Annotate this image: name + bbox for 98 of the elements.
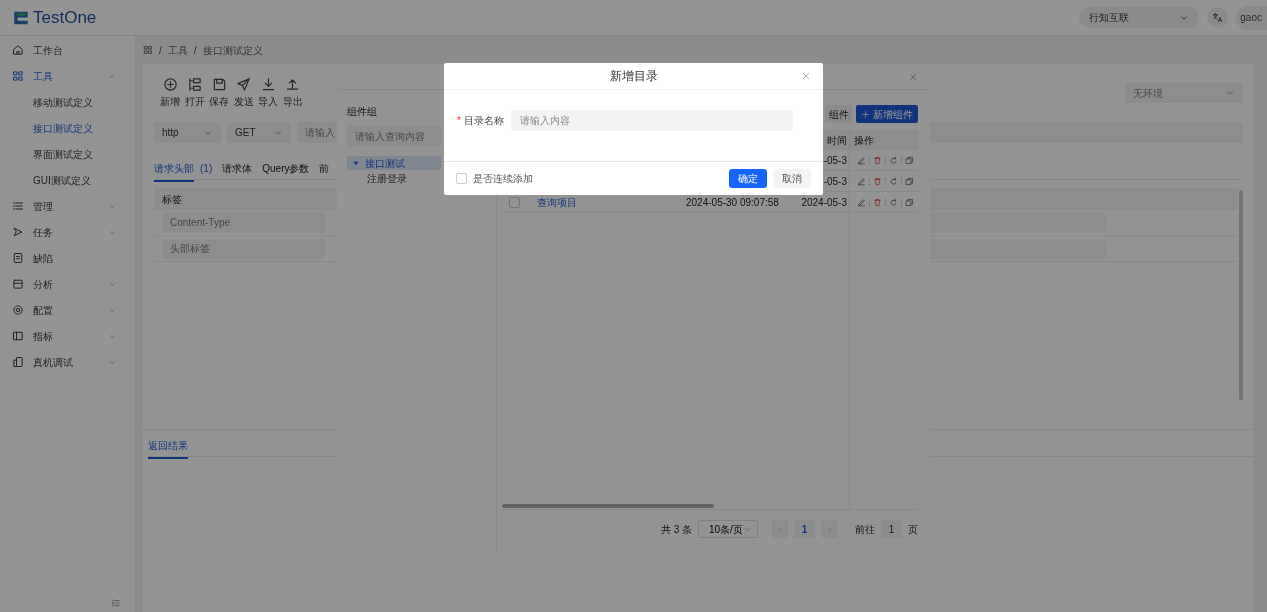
device-icon xyxy=(12,356,24,368)
sidebar-subitem[interactable]: 移动测试定义 xyxy=(0,89,135,115)
protocol-select[interactable]: http xyxy=(154,122,221,143)
toolbar-button[interactable]: 新增 xyxy=(158,77,183,109)
total-count: 共 3 条 xyxy=(660,522,692,537)
table-cell: -05-3 xyxy=(823,175,847,187)
sidebar-subitem[interactable]: 接口测试定义 xyxy=(0,115,135,141)
breadcrumb-link[interactable]: 接口测试定义 xyxy=(202,42,263,58)
app-logo: TestOne xyxy=(33,6,97,29)
panel-icon xyxy=(12,330,24,342)
sidebar-item[interactable]: 分析 xyxy=(0,271,135,297)
tab[interactable]: 前 xyxy=(319,157,330,180)
tree-node[interactable]: 注册登录 xyxy=(347,170,413,186)
chevron-down-icon xyxy=(1225,88,1235,98)
trash-icon xyxy=(873,197,882,207)
pencil-icon xyxy=(857,155,866,165)
home-icon xyxy=(12,44,24,56)
language-button[interactable] xyxy=(1207,7,1229,28)
sidebar-item[interactable]: 工具 xyxy=(0,63,135,89)
close-icon xyxy=(801,71,811,81)
tab[interactable]: Query参数 xyxy=(262,157,310,180)
scrollbar[interactable] xyxy=(502,504,714,508)
tab[interactable]: 请求体 xyxy=(222,157,253,180)
translate-icon xyxy=(1212,12,1224,23)
toolbar-button[interactable]: 打开 xyxy=(182,77,207,109)
breadcrumb-separator: / xyxy=(159,43,162,58)
breadcrumb-link[interactable]: 工具 xyxy=(167,42,188,58)
sidebar-item[interactable]: 工作台 xyxy=(0,37,135,63)
pencil-icon xyxy=(857,176,866,186)
toolbar-button[interactable]: 保存 xyxy=(207,77,232,109)
send-icon xyxy=(236,77,252,92)
sidebar-item[interactable]: 缺陷 xyxy=(0,245,135,271)
sidebar-subitem[interactable]: 界面测试定义 xyxy=(0,141,135,167)
add-icon xyxy=(162,77,178,92)
column-header: 操作 xyxy=(854,133,874,148)
breadcrumb-home[interactable] xyxy=(143,45,153,55)
confirm-button[interactable]: 确定 xyxy=(729,169,767,188)
tree-node[interactable]: 接口测试 xyxy=(347,156,441,170)
plus-icon xyxy=(861,109,870,119)
trash-icon xyxy=(873,176,882,186)
toolbar-button[interactable]: 发送 xyxy=(231,77,256,109)
scrollbar[interactable] xyxy=(1239,190,1243,400)
add-component-button[interactable]: 新增组件 xyxy=(856,105,918,123)
grid-icon xyxy=(143,45,153,55)
sidebar-subitem[interactable]: GUI测试定义 xyxy=(0,167,135,193)
name-input[interactable]: 请输入内容 xyxy=(510,110,793,131)
dialog-title: 新增目录 xyxy=(609,68,658,85)
close-button[interactable] xyxy=(801,71,811,81)
play-icon xyxy=(12,226,24,238)
save-icon xyxy=(211,77,227,92)
tab[interactable]: 请求头部 (1) xyxy=(154,157,213,180)
trash-icon xyxy=(873,155,882,165)
breadcrumb-separator: / xyxy=(193,43,197,58)
column-header: 标签 xyxy=(161,192,183,207)
field-label: * 目录名称 xyxy=(457,114,504,128)
search-field[interactable]: 请输入查询内容 xyxy=(347,126,441,146)
close-icon xyxy=(908,72,918,82)
organization-select[interactable]: 行知互联 xyxy=(1079,7,1200,28)
settings-icon xyxy=(12,304,24,316)
goto-label: 前往 xyxy=(855,522,875,537)
page-size-select[interactable]: 10条/页 xyxy=(698,520,758,538)
header-input[interactable]: Content-Type xyxy=(162,212,325,233)
row-checkbox[interactable] xyxy=(508,196,520,208)
grid-icon xyxy=(12,70,24,82)
group-title: 组件组 xyxy=(347,105,377,119)
method-select[interactable]: GET xyxy=(227,122,291,143)
page-label: 页 xyxy=(908,522,918,537)
cancel-button[interactable]: 取消 xyxy=(773,169,811,188)
sidebar-item[interactable]: 配置 xyxy=(0,297,135,323)
component-link[interactable]: 查询项目 xyxy=(528,194,678,210)
table-cell: 2024-05-3 xyxy=(801,196,847,208)
toolbar-button[interactable]: 导出 xyxy=(280,77,305,109)
sidebar-item[interactable]: 真机调试 xyxy=(0,349,135,375)
pencil-icon xyxy=(857,197,866,207)
tree-icon xyxy=(187,77,203,92)
document-icon xyxy=(12,252,24,264)
upload-icon xyxy=(285,77,301,92)
toolbar-button[interactable]: 导入 xyxy=(256,77,281,109)
continue-add-checkbox[interactable]: 是否连续添加 xyxy=(456,171,533,186)
list-icon xyxy=(12,200,24,212)
environment-select[interactable]: 无环境 xyxy=(1125,83,1243,103)
table-cell: -05-3 xyxy=(823,154,847,166)
sidebar-item[interactable]: 任务 xyxy=(0,219,135,245)
collapse-sidebar-button[interactable] xyxy=(111,598,121,608)
column-header: 时间 xyxy=(827,134,847,146)
goto-page-input[interactable]: 1 xyxy=(881,520,902,538)
download-icon xyxy=(260,77,276,92)
caret-down-icon xyxy=(352,159,360,167)
calendar-icon xyxy=(12,278,24,290)
page-button[interactable]: 1 xyxy=(794,520,815,538)
sidebar-item[interactable]: 指标 xyxy=(0,323,135,349)
close-button[interactable] xyxy=(908,72,918,82)
table-cell: 2024-05-30 09:07:58 xyxy=(686,196,779,208)
sidebar-item[interactable]: 管理 xyxy=(0,193,135,219)
user-avatar[interactable]: gaoc xyxy=(1236,5,1267,30)
tab[interactable]: 返回结果 xyxy=(148,434,188,457)
component-button[interactable]: 组件 xyxy=(825,105,852,123)
collapse-icon xyxy=(111,598,121,608)
